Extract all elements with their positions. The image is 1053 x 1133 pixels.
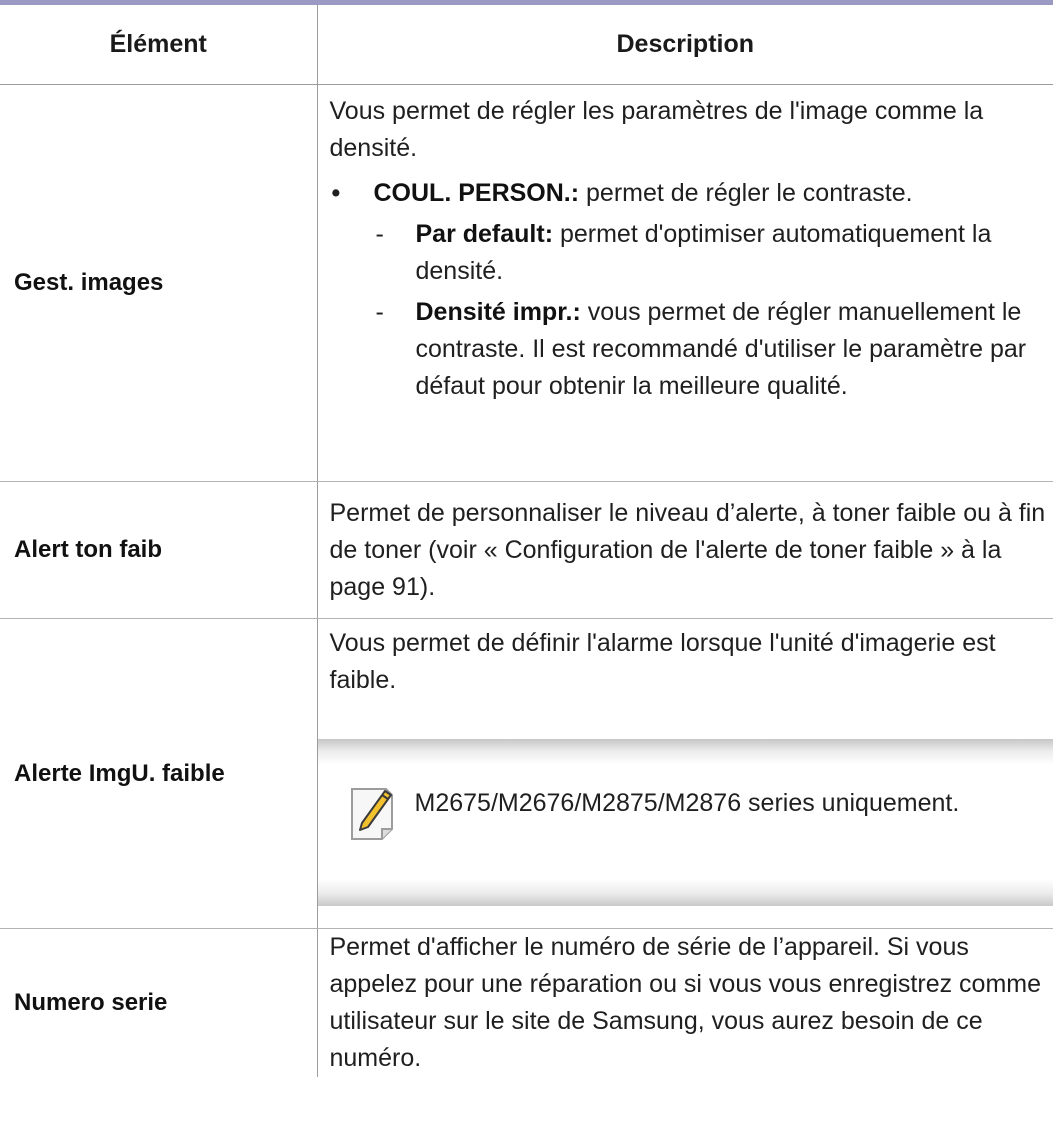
sub-term: Densité impr.: (415, 298, 581, 326)
item-name: Numero serie (0, 928, 318, 1077)
table-row: Alerte ImgU. faible Vous permet de défin… (0, 618, 1053, 929)
sub-item: - Par default: permet d'optimiser automa… (330, 216, 1048, 290)
note-box: M2675/M2676/M2875/M2876 series uniquemen… (317, 739, 1053, 906)
sub-term: Par default: (415, 220, 554, 248)
note-pencil-icon (350, 788, 393, 840)
item-name: Alert ton faib (0, 481, 318, 619)
header-element: Élément (0, 0, 318, 85)
item-description: Permet d'afficher le numéro de série de … (317, 929, 1053, 1078)
dash-icon: - (375, 298, 384, 326)
table-row: Gest. images Vous permet de régler les p… (0, 84, 1053, 482)
description-intro: Vous permet de régler les paramètres de … (329, 97, 984, 162)
settings-table: Élément Description Gest. images Vous pe… (0, 0, 1053, 1077)
item-description: Vous permet de définir l'alarme lorsque … (317, 618, 1053, 929)
description-text: Permet d'afficher le numéro de série de … (329, 933, 1042, 1072)
item-name: Alerte ImgU. faible (0, 618, 318, 929)
table-header: Élément Description (0, 0, 1053, 85)
description-text: Permet de personnaliser le niveau d’aler… (329, 498, 1046, 601)
note-text: M2675/M2676/M2875/M2876 series uniquemen… (414, 789, 960, 817)
dash-icon: - (375, 220, 384, 248)
item-description: Vous permet de régler les paramètres de … (317, 84, 1053, 482)
bullet-text: permet de régler le contraste. (579, 179, 913, 207)
item-description: Permet de personnaliser le niveau d’aler… (317, 481, 1053, 619)
description-text: Vous permet de définir l'alarme lorsque … (329, 629, 996, 694)
bullet-dot-icon: • (331, 179, 341, 207)
bullet-term: COUL. PERSON.: (373, 179, 580, 207)
header-description: Description (317, 0, 1053, 85)
item-name: Gest. images (0, 84, 318, 482)
table-row: Numero serie Permet d'afficher le numéro… (0, 928, 1053, 1078)
table-header-row: Élément Description (0, 0, 1053, 85)
sub-item: - Densité impr.: vous permet de régler m… (330, 294, 1048, 405)
bullet-item: • COUL. PERSON.: permet de régler le con… (330, 175, 1048, 212)
table-row: Alert ton faib Permet de personnaliser l… (0, 481, 1053, 619)
table-body: Gest. images Vous permet de régler les p… (0, 84, 1053, 1078)
